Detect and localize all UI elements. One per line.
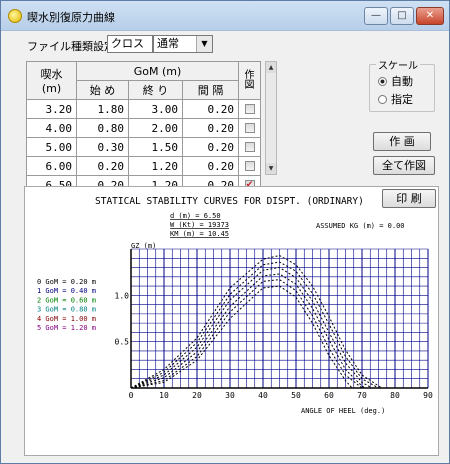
cell-plot[interactable] <box>238 99 261 119</box>
legend-item: 5 GoM = 1.20 m <box>37 324 96 332</box>
filetype-label: ファイル種類設定 <box>27 40 115 53</box>
x-tick-label: 40 <box>258 391 268 400</box>
filetype-combo-kind[interactable]: クロス <box>107 35 153 53</box>
cell-plot[interactable] <box>238 156 261 176</box>
plot-checkbox[interactable] <box>244 142 255 152</box>
plot-checkbox[interactable] <box>244 161 255 171</box>
x-tick-label: 60 <box>324 391 334 400</box>
window-title: 喫水別復原力曲線 <box>27 11 115 24</box>
main-window: 喫水別復原力曲線 — □ ✕ ファイル種類設定 クロス 通常 ▼ 喫水(m) G… <box>0 0 450 464</box>
x-tick-label: 70 <box>357 391 367 400</box>
table-row[interactable]: 3.20 1.80 3.00 0.20 <box>26 99 261 119</box>
info-draft: d (m) = 6.50 <box>170 212 221 220</box>
legend-item: 0 GoM = 0.20 m <box>37 278 96 286</box>
x-tick-label: 30 <box>225 391 235 400</box>
header-end: 終 り <box>128 80 183 100</box>
cell-interval[interactable]: 0.20 <box>182 156 239 176</box>
cell-plot[interactable] <box>238 137 261 157</box>
header-draft: 喫水(m) <box>26 61 77 100</box>
cell-draft[interactable]: 5.00 <box>26 137 77 157</box>
plot-checkbox[interactable] <box>244 104 255 114</box>
assumed-kg: ASSUMED KG (m) = 0.00 <box>316 222 405 230</box>
info-km: KM (m) = 10.45 <box>170 230 229 238</box>
scale-group-title: スケール <box>376 57 420 72</box>
y-tick-label: 0.5 <box>115 338 130 347</box>
header-gom: GoM (m) <box>76 61 239 81</box>
cell-start[interactable]: 0.30 <box>76 137 129 157</box>
header-interval: 間 隔 <box>182 80 239 100</box>
stability-chart: STATICAL STABILITY CURVES FOR DISPT. (OR… <box>37 196 433 415</box>
cell-start[interactable]: 1.80 <box>76 99 129 119</box>
x-tick-label: 90 <box>423 391 433 400</box>
scale-manual-label: 指定 <box>391 93 413 106</box>
scale-radio-manual[interactable]: 指定 <box>378 91 413 107</box>
filetype-combo-mode[interactable]: 通常 ▼ <box>153 35 213 53</box>
chevron-down-icon[interactable]: ▼ <box>196 36 212 52</box>
cell-interval[interactable]: 0.20 <box>182 137 239 157</box>
x-tick-label: 20 <box>192 391 202 400</box>
plot-all-button[interactable]: 全て作図 <box>373 156 435 175</box>
series-line <box>130 273 366 389</box>
cell-start[interactable]: 0.20 <box>76 156 129 176</box>
radio-unselected-icon[interactable] <box>378 95 387 104</box>
draft-table: 喫水(m) GoM (m) 作図 始 め 終 り 間 隔 3.20 1.80 3… <box>26 61 261 195</box>
table-row[interactable]: 4.00 0.80 2.00 0.20 <box>26 118 261 138</box>
scroll-up-icon[interactable]: ▲ <box>266 62 276 73</box>
x-tick-label: 0 <box>129 391 134 400</box>
scale-auto-label: 自動 <box>391 75 413 88</box>
minimize-button[interactable]: — <box>364 7 388 25</box>
cell-draft[interactable]: 6.00 <box>26 156 77 176</box>
plot-button[interactable]: 作 画 <box>373 132 431 151</box>
table-row[interactable]: 6.00 0.20 1.20 0.20 <box>26 156 261 176</box>
x-tick-label: 10 <box>159 391 169 400</box>
scale-group: スケール 自動 指定 <box>369 57 435 112</box>
scroll-down-icon[interactable]: ▼ <box>266 163 276 174</box>
table-row[interactable]: 5.00 0.30 1.50 0.20 <box>26 137 261 157</box>
cell-end[interactable]: 3.00 <box>128 99 183 119</box>
combo-mode-value: 通常 <box>157 37 179 50</box>
x-tick-label: 50 <box>291 391 301 400</box>
cell-end[interactable]: 2.00 <box>128 118 183 138</box>
maximize-button[interactable]: □ <box>390 7 414 25</box>
info-displacement: W (Kt) = 19373 <box>170 221 229 229</box>
legend-item: 1 GoM = 0.40 m <box>37 287 96 295</box>
series-line <box>130 254 383 389</box>
cell-draft[interactable]: 3.20 <box>26 99 77 119</box>
close-button[interactable]: ✕ <box>416 7 444 25</box>
legend-item: 2 GoM = 0.60 m <box>37 296 96 304</box>
cell-plot[interactable] <box>238 118 261 138</box>
title-bar: 喫水別復原力曲線 — □ ✕ <box>1 1 449 31</box>
x-axis-label: ANGLE OF HEEL (deg.) <box>301 407 385 415</box>
radio-selected-icon[interactable] <box>378 77 387 86</box>
app-icon <box>8 9 22 23</box>
chart-title: STATICAL STABILITY CURVES FOR DISPT. (OR… <box>95 196 364 207</box>
cell-interval[interactable]: 0.20 <box>182 99 239 119</box>
scale-radio-auto[interactable]: 自動 <box>378 73 413 89</box>
header-start: 始 め <box>76 80 129 100</box>
chart-panel: 印 刷 STATICAL STABILITY CURVES FOR DISPT.… <box>24 186 439 456</box>
combo-kind-value: クロス <box>111 37 144 50</box>
y-tick-label: 1.0 <box>115 291 130 300</box>
cell-draft[interactable]: 4.00 <box>26 118 77 138</box>
cell-end[interactable]: 1.20 <box>128 156 183 176</box>
header-plot: 作図 <box>238 61 261 100</box>
x-tick-label: 80 <box>390 391 400 400</box>
cell-start[interactable]: 0.80 <box>76 118 129 138</box>
legend-item: 4 GoM = 1.00 m <box>37 315 96 323</box>
cell-end[interactable]: 1.50 <box>128 137 183 157</box>
table-scrollbar[interactable]: ▲ ▼ <box>265 61 277 175</box>
cell-interval[interactable]: 0.20 <box>182 118 239 138</box>
legend-item: 3 GoM = 0.80 m <box>37 306 96 314</box>
plot-checkbox[interactable] <box>244 123 255 133</box>
